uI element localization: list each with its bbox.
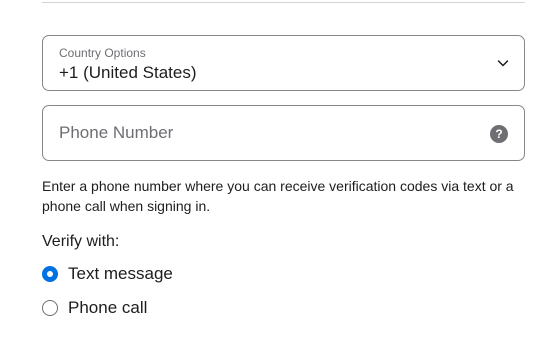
radio-unselected-icon[interactable] [42,300,58,316]
verify-with-label: Verify with: [42,233,120,250]
chevron-down-icon [497,60,509,67]
help-icon[interactable]: ? [490,125,508,143]
phone-number-field: ? [42,105,525,161]
radio-label: Phone call [68,298,148,317]
radio-label: Text message [68,264,173,283]
country-options-label: Country Options [59,46,146,60]
verify-option-phone-call[interactable]: Phone call [42,297,147,319]
country-selected-value: +1 (United States) [59,63,197,82]
radio-selected-icon[interactable] [42,266,58,282]
phone-number-input[interactable] [43,106,483,160]
phone-verification-form: Country Options +1 (United States) ? Ent… [0,0,554,349]
verify-option-text-message[interactable]: Text message [42,263,173,285]
country-options-select[interactable]: Country Options +1 (United States) [42,35,525,91]
divider [42,2,525,3]
phone-helper-text: Enter a phone number where you can recei… [42,178,514,214]
